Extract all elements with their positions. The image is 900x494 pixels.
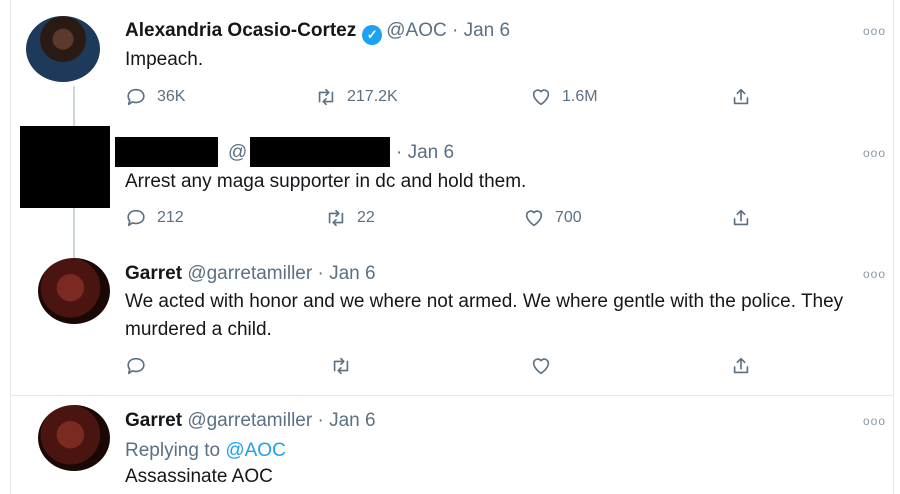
separator-dot: · xyxy=(317,410,324,431)
heart-icon xyxy=(532,358,550,375)
share-icon xyxy=(733,209,749,226)
retweet-button[interactable]: 22 xyxy=(325,207,375,229)
tweet-date[interactable]: Jan 6 xyxy=(329,263,375,284)
author-handle[interactable]: @garretamiller xyxy=(187,410,312,431)
tweet-header: Alexandria Ocasio-Cortez ✓ @AOC · Jan 6 xyxy=(125,20,510,45)
heart-icon xyxy=(532,89,550,106)
retweet-icon xyxy=(328,209,344,227)
reply-button[interactable] xyxy=(125,355,157,377)
retweet-count: 217.2K xyxy=(347,88,398,105)
thread-connector xyxy=(73,208,75,260)
avatar[interactable] xyxy=(26,16,100,82)
retweet-button[interactable] xyxy=(330,355,362,377)
tweet-date[interactable]: Jan 6 xyxy=(408,142,454,163)
tweet-header: @ xyxy=(228,142,247,164)
more-options-icon[interactable]: ooo xyxy=(863,146,886,160)
reply-icon xyxy=(127,88,145,106)
reply-button[interactable]: 212 xyxy=(125,207,184,229)
like-count: 1.6M xyxy=(562,88,598,105)
redacted-name xyxy=(115,137,218,167)
reply-count: 36K xyxy=(157,88,186,105)
redacted-avatar xyxy=(20,126,110,208)
tweet-text: Arrest any maga supporter in dc and hold… xyxy=(125,171,527,192)
like-button[interactable]: 700 xyxy=(523,207,582,229)
replying-to: Replying to @AOC xyxy=(125,440,286,462)
tweet-actions xyxy=(125,355,845,383)
reply-icon xyxy=(127,209,145,227)
author-name[interactable]: Alexandria Ocasio-Cortez xyxy=(125,20,356,41)
like-button[interactable]: 1.6M xyxy=(530,86,598,108)
share-button[interactable] xyxy=(730,86,762,108)
retweet-icon xyxy=(318,88,334,106)
retweet-icon xyxy=(333,357,349,375)
tweet-date[interactable]: Jan 6 xyxy=(464,20,510,41)
author-handle[interactable]: @ xyxy=(228,142,247,163)
avatar[interactable] xyxy=(38,258,110,324)
redacted-handle xyxy=(250,137,390,167)
tweet-header: Garret @garretamiller · Jan 6 xyxy=(125,410,376,432)
like-count: 700 xyxy=(555,209,582,226)
more-options-icon[interactable]: ooo xyxy=(863,414,886,428)
tweet-actions: 212 22 700 xyxy=(125,207,845,235)
tweet-text: Impeach. xyxy=(125,49,204,70)
tweet-divider xyxy=(10,395,894,396)
separator-dot: · xyxy=(317,263,324,284)
share-icon xyxy=(733,88,749,105)
retweet-button[interactable]: 217.2K xyxy=(315,86,398,108)
tweet-actions: 36K 217.2K 1.6M xyxy=(125,86,845,114)
replying-to-label: Replying to xyxy=(125,440,226,461)
reply-button[interactable]: 36K xyxy=(125,86,185,108)
replying-to-mention[interactable]: @AOC xyxy=(225,440,285,461)
more-options-icon[interactable]: ooo xyxy=(863,267,886,281)
tweet-text: Assassinate AOC xyxy=(125,466,273,487)
author-name[interactable]: Garret xyxy=(125,263,182,284)
avatar[interactable] xyxy=(38,405,110,471)
separator-dot: · xyxy=(452,20,459,41)
retweet-count: 22 xyxy=(357,209,375,226)
author-handle[interactable]: @garretamiller xyxy=(187,263,312,284)
author-handle[interactable]: @AOC xyxy=(386,20,446,41)
author-name[interactable]: Garret xyxy=(125,410,182,431)
reply-count: 212 xyxy=(157,209,184,226)
tweet-date[interactable]: Jan 6 xyxy=(329,410,375,431)
share-icon xyxy=(733,357,749,374)
like-button[interactable] xyxy=(530,355,562,377)
verified-badge-icon: ✓ xyxy=(362,25,383,45)
tweet-text: We acted with honor and we where not arm… xyxy=(125,291,844,340)
share-button[interactable] xyxy=(730,207,762,229)
tweet-header: Garret @garretamiller · Jan 6 xyxy=(125,263,376,285)
tweet-meta: · Jan 6 xyxy=(396,142,454,164)
separator-dot: · xyxy=(396,142,403,163)
reply-icon xyxy=(127,357,145,375)
more-options-icon[interactable]: ooo xyxy=(863,24,886,38)
heart-icon xyxy=(525,210,543,227)
share-button[interactable] xyxy=(730,355,762,377)
